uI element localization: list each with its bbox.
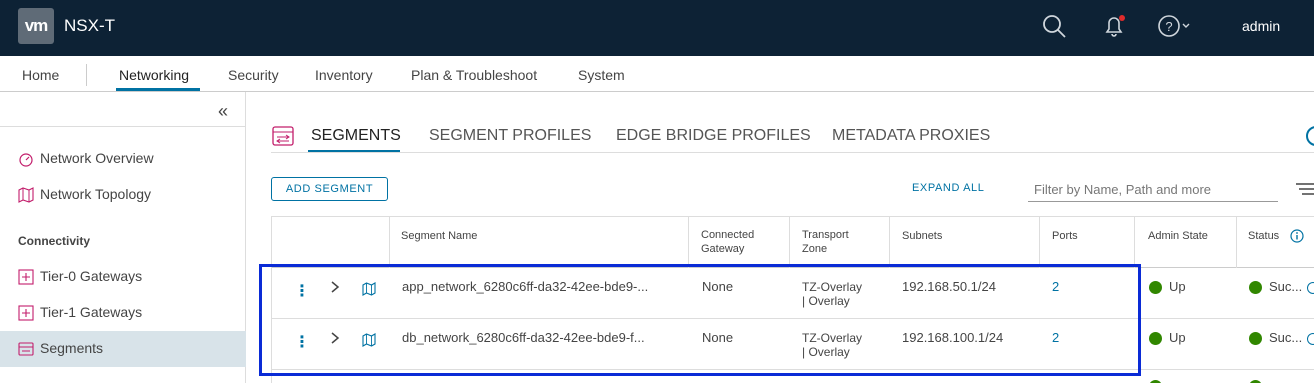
sidebar-item-label: Tier-0 Gateways [40, 268, 143, 284]
column-header-segment-name[interactable]: Segment Name [401, 229, 477, 243]
column-divider [1236, 217, 1237, 268]
column-divider [1134, 217, 1135, 268]
topology-icon [18, 187, 34, 203]
nav-inventory[interactable]: Inventory [315, 67, 373, 83]
tab-edge-bridge-profiles[interactable]: EDGE BRIDGE PROFILES [616, 127, 811, 145]
bell-icon[interactable] [1100, 12, 1128, 40]
sidebar-item-label: Network Overview [40, 150, 154, 166]
column-divider [688, 217, 689, 268]
user-menu[interactable]: admin [1242, 18, 1280, 34]
tab-metadata-proxies[interactable]: METADATA PROXIES [832, 127, 990, 145]
nav-plan-troubleshoot[interactable]: Plan & Troubleshoot [411, 67, 537, 83]
admin-state: Up [1169, 330, 1186, 345]
tabs-divider [271, 152, 1314, 153]
sidebar-divider [0, 126, 246, 127]
svg-text:?: ? [1165, 19, 1172, 34]
nav-security[interactable]: Security [228, 67, 279, 83]
help-icon[interactable]: ? [1156, 12, 1196, 40]
sidebar: « Network Overview Network Topology Conn… [0, 92, 246, 383]
column-header-transport-zone[interactable]: Transport Zone [802, 228, 849, 256]
status-dot [1249, 281, 1262, 294]
primary-nav: Home Networking Security Inventory Plan … [0, 56, 1314, 92]
help-circle-icon[interactable] [1306, 126, 1314, 146]
tab-segment-profiles[interactable]: SEGMENT PROFILES [429, 127, 591, 145]
column-header-admin-state[interactable]: Admin State [1148, 229, 1208, 243]
expand-all-link[interactable]: EXPAND ALL [912, 182, 984, 194]
sidebar-item-network-overview[interactable]: Network Overview [0, 141, 246, 177]
add-segment-button[interactable]: ADD SEGMENT [271, 177, 388, 201]
status-text: Suc... [1269, 279, 1303, 294]
sidebar-item-segments[interactable]: Segments [0, 331, 246, 367]
column-header-subnets[interactable]: Subnets [902, 229, 942, 243]
table-header: Segment Name Connected Gateway Transport… [272, 217, 1314, 268]
gauge-icon [19, 153, 33, 167]
sidebar-item-tier1-gateways[interactable]: Tier-1 Gateways [0, 295, 246, 331]
selection-highlight-box [259, 264, 1141, 376]
router-icon [18, 269, 34, 285]
column-divider [389, 217, 390, 268]
product-name: NSX-T [64, 16, 115, 35]
column-header-connected-gateway[interactable]: Connected Gateway [701, 228, 754, 256]
collapse-sidebar-button[interactable]: « [218, 101, 238, 121]
sidebar-item-label: Segments [40, 340, 104, 356]
sidebar-section-connectivity: Connectivity [18, 234, 91, 248]
top-header: vm NSX-T ? admin [0, 0, 1314, 56]
column-divider [889, 217, 890, 268]
vmware-logo: vm [18, 8, 54, 44]
nav-divider [86, 64, 87, 86]
column-divider [789, 217, 790, 268]
filter-icon[interactable] [1296, 182, 1314, 196]
router-icon [18, 305, 34, 321]
refresh-status-icon[interactable] [1307, 282, 1314, 294]
sidebar-item-tier0-gateways[interactable]: Tier-0 Gateways [0, 259, 246, 295]
nav-home[interactable]: Home [22, 67, 59, 83]
column-header-ports[interactable]: Ports [1052, 229, 1078, 243]
segments-tab-icon [272, 126, 294, 146]
admin-state: Up [1169, 279, 1186, 294]
column-header-status[interactable]: Status [1248, 229, 1279, 243]
filter-input[interactable] [1028, 178, 1278, 202]
refresh-status-icon[interactable] [1307, 333, 1314, 345]
segment-icon [18, 342, 34, 356]
sidebar-item-network-topology[interactable]: Network Topology [0, 177, 246, 213]
column-divider [1039, 217, 1040, 268]
sidebar-item-label: Tier-1 Gateways [40, 304, 143, 320]
nav-active-indicator [116, 88, 200, 91]
sidebar-item-label: Network Topology [40, 186, 152, 202]
info-icon[interactable] [1290, 229, 1304, 243]
nav-system[interactable]: System [578, 67, 625, 83]
tab-segments[interactable]: SEGMENTS [311, 127, 401, 145]
status-text: Suc... [1269, 330, 1303, 345]
status-dot [1249, 332, 1262, 345]
admin-state-dot [1149, 332, 1162, 345]
nav-networking[interactable]: Networking [119, 67, 189, 83]
search-icon[interactable] [1040, 12, 1068, 40]
admin-state-dot [1149, 281, 1162, 294]
